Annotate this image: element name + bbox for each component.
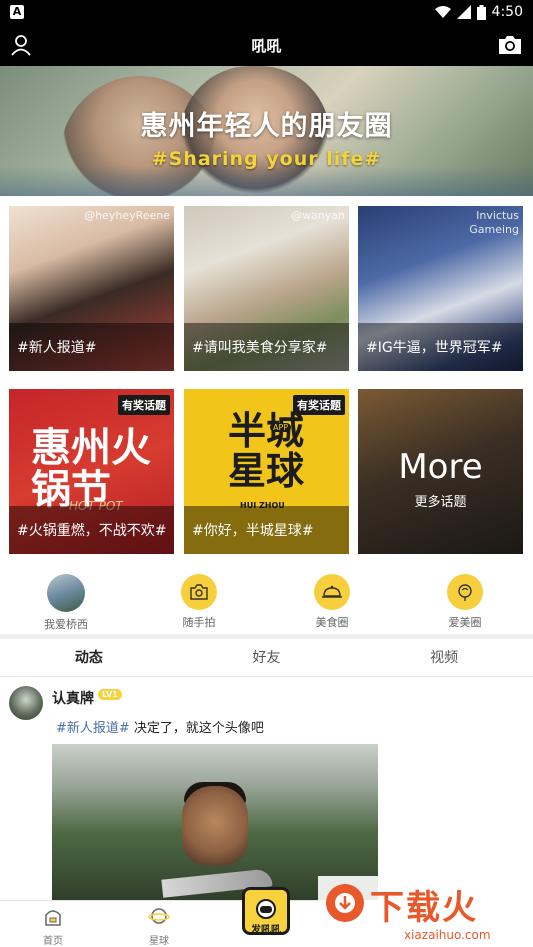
topic-caption: #新人报道# [9,323,174,371]
download-icon [326,884,364,922]
food-cloche-icon [314,574,350,610]
post-image-face [182,786,248,866]
topic-tile[interactable]: 有奖话题 惠州火锅节 HOT POT #火锅重燃，不战不欢# [9,389,174,554]
quick-link-food[interactable]: 美食圈 [292,574,372,630]
tab-dynamic[interactable]: 动态 [0,639,178,676]
planet-icon [148,908,170,924]
topic-tile[interactable]: 有奖话题 半城星球 APP HUI ZHOU #你好，半城星球# [184,389,349,554]
post-body: 决定了，就这个头像吧 [129,721,264,736]
battery-icon [476,4,486,20]
mirror-icon [447,574,483,610]
tab-friends[interactable]: 好友 [178,639,356,676]
feed-tabs: 动态 好友 视频 [0,639,533,677]
topic-tile[interactable]: @wanyan #请叫我美食分享家# [184,206,349,371]
level-badge: LV1 [98,689,122,700]
quick-link-beauty[interactable]: 爱美圈 [425,574,505,630]
more-topics-tile[interactable]: More 更多话题 [358,389,523,554]
feed-post: 认真牌 LV1 #新人报道# 决定了，就这个头像吧 [0,678,533,900]
planet-logo-art: 半城星球 [228,409,305,493]
quick-link-qiaoxi[interactable]: 我爱桥西 [26,574,106,632]
wifi-icon [434,6,451,18]
post-author[interactable]: 认真牌 [52,688,94,708]
banner-subtitle: #Sharing your life# [151,148,382,170]
nav-post-button[interactable]: 发吼吼 [236,887,296,936]
watermark-text: 下载火 [370,888,478,928]
nav-label: 星球 [149,936,169,947]
topic-grid: @heyheyReene #新人报道# @wanyan #请叫我美食分享家# I… [0,196,533,566]
watermark-url: xiazaihuo.com [404,928,491,942]
post-hashtag[interactable]: #新人报道# [56,721,130,736]
photo-credit: @wanyan [291,209,345,222]
user-icon[interactable] [10,34,32,56]
nav-home[interactable]: 首页 [23,905,83,947]
city-photo-icon [47,574,85,612]
quick-link-label: 美食圈 [315,616,349,629]
tab-video[interactable]: 视频 [355,639,533,676]
watermark: 下载火 xiazaihuo.com [318,876,533,947]
quick-link-label: 随手拍 [182,616,216,629]
photo-credit: Invictus Gameing [469,209,519,236]
avatar[interactable] [9,686,43,720]
app-bar: 吼吼 [0,24,533,66]
quick-links: 我爱桥西 随手拍 美食圈 爱美圈 [0,566,533,634]
app-title: 吼吼 [251,36,282,55]
camera-icon [181,574,217,610]
banner-photo-ground [0,166,533,196]
post-text: #新人报道# 决定了，就这个头像吧 [56,717,264,736]
quick-link-label: 我爱桥西 [44,618,88,631]
nav-label: 发吼吼 [251,925,281,936]
camera-icon[interactable] [497,33,523,57]
reward-badge: 有奖话题 [118,395,170,415]
notification-icon: A [10,5,24,19]
home-icon [45,910,61,926]
nav-planet[interactable]: 星球 [129,905,189,947]
more-title: More [398,447,483,487]
app-tag: APP [270,423,292,432]
topic-caption: #请叫我美食分享家# [184,323,349,371]
promo-banner[interactable]: 惠州年轻人的朋友圈 #Sharing your life# [0,66,533,196]
topic-caption: #你好，半城星球# [184,506,349,554]
more-subtitle: 更多话题 [414,495,467,510]
topic-tile[interactable]: @heyheyReene #新人报道# [9,206,174,371]
banner-title: 惠州年轻人的朋友圈 [140,111,393,142]
status-time: 4:50 [491,4,523,20]
quick-link-label: 爱美圈 [448,616,482,629]
photo-credit: @heyheyReene [84,209,170,222]
signal-icon [456,5,471,19]
quick-link-snapshot[interactable]: 随手拍 [159,574,239,630]
nav-label: 首页 [43,936,63,947]
topic-caption: #火锅重燃，不战不欢# [9,506,174,554]
topic-tile[interactable]: Invictus Gameing #IG牛逼，世界冠军# [358,206,523,371]
status-bar: A 4:50 [0,0,533,24]
topic-caption: #IG牛逼，世界冠军# [358,323,523,371]
